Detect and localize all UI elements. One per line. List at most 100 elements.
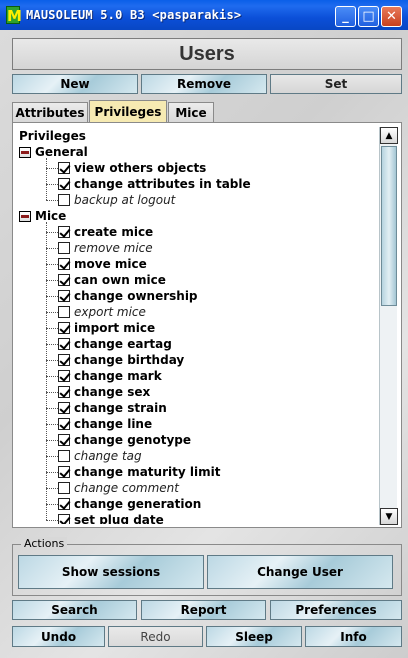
privilege-item[interactable]: view others objects <box>58 160 206 176</box>
window-title: MAUSOLEUM 5.0 B3 <pasparakis> <box>26 8 242 22</box>
privilege-label: change ownership <box>74 289 198 303</box>
main-frame: Users New Remove Set Attributes Privileg… <box>4 30 404 654</box>
privilege-item[interactable]: change line <box>58 416 152 432</box>
privilege-label: change sex <box>74 385 151 399</box>
tree-connector <box>46 158 47 200</box>
undo-button[interactable]: Undo <box>12 626 105 647</box>
privilege-checkbox[interactable] <box>58 338 70 350</box>
privilege-item[interactable]: change ownership <box>58 288 198 304</box>
privilege-item[interactable]: create mice <box>58 224 153 240</box>
privilege-item[interactable]: change maturity limit <box>58 464 220 480</box>
privilege-label: change generation <box>74 497 202 511</box>
privilege-item[interactable]: move mice <box>58 256 147 272</box>
scroll-up-icon[interactable]: ▲ <box>380 127 398 144</box>
privilege-item[interactable]: can own mice <box>58 272 166 288</box>
privilege-item[interactable]: set plug date <box>58 512 164 524</box>
privilege-checkbox[interactable] <box>58 322 70 334</box>
privilege-label: set plug date <box>74 513 164 524</box>
privilege-label: change genotype <box>74 433 192 447</box>
tree-group-label: Mice <box>35 209 67 223</box>
remove-button[interactable]: Remove <box>141 74 267 94</box>
privilege-label: change attributes in table <box>74 177 251 191</box>
title-bar: M MAUSOLEUM 5.0 B3 <pasparakis> _ □ ✕ <box>0 0 408 30</box>
actions-group: Actions Show sessions Change User <box>12 537 402 596</box>
privilege-label: export mice <box>74 305 146 319</box>
collapse-icon[interactable] <box>19 210 31 222</box>
privilege-item[interactable]: change comment <box>58 480 179 496</box>
tab-mice[interactable]: Mice <box>168 102 214 122</box>
tree-group-label: General <box>35 145 88 159</box>
privilege-checkbox[interactable] <box>58 482 70 494</box>
privilege-item[interactable]: change eartag <box>58 336 172 352</box>
privilege-checkbox[interactable] <box>58 194 70 206</box>
privilege-label: change tag <box>74 449 142 463</box>
privilege-checkbox[interactable] <box>58 290 70 302</box>
privilege-label: import mice <box>74 321 156 335</box>
privileges-panel: Privileges General view others objects cha… <box>12 122 402 528</box>
actions-label: Actions <box>21 537 68 550</box>
tab-privileges[interactable]: Privileges <box>89 100 167 122</box>
privilege-checkbox[interactable] <box>58 274 70 286</box>
privileges-tree: Privileges General view others objects cha… <box>16 126 376 524</box>
privilege-label: change comment <box>74 481 179 495</box>
privilege-checkbox[interactable] <box>58 386 70 398</box>
privilege-checkbox[interactable] <box>58 242 70 254</box>
app-logo-icon: M <box>6 6 22 25</box>
privilege-checkbox[interactable] <box>58 418 70 430</box>
info-button[interactable]: Info <box>305 626 402 647</box>
tree-group-0[interactable]: General <box>19 144 88 160</box>
privilege-checkbox[interactable] <box>58 402 70 414</box>
search-button[interactable]: Search <box>12 600 137 620</box>
privilege-checkbox[interactable] <box>58 466 70 478</box>
minimize-icon[interactable]: _ <box>335 6 356 27</box>
tree-group-1[interactable]: Mice <box>19 208 66 224</box>
privilege-item[interactable]: change sex <box>58 384 150 400</box>
report-button[interactable]: Report <box>141 600 266 620</box>
privilege-label: change birthday <box>74 353 185 367</box>
privilege-item[interactable]: import mice <box>58 320 155 336</box>
privilege-label: change strain <box>74 401 167 415</box>
new-button[interactable]: New <box>12 74 138 94</box>
privilege-label: can own mice <box>74 273 166 287</box>
privilege-item[interactable]: change genotype <box>58 432 191 448</box>
privilege-checkbox[interactable] <box>58 370 70 382</box>
privilege-item[interactable]: remove mice <box>58 240 153 256</box>
privilege-item[interactable]: change tag <box>58 448 142 464</box>
privilege-item[interactable]: export mice <box>58 304 146 320</box>
privilege-item[interactable]: change birthday <box>58 352 184 368</box>
privilege-checkbox[interactable] <box>58 162 70 174</box>
privilege-checkbox[interactable] <box>58 354 70 366</box>
privilege-item[interactable]: change generation <box>58 496 201 512</box>
scroll-down-icon[interactable]: ▼ <box>380 508 398 525</box>
privilege-checkbox[interactable] <box>58 434 70 446</box>
privilege-checkbox[interactable] <box>58 258 70 270</box>
preferences-button[interactable]: Preferences <box>270 600 402 620</box>
privilege-label: view others objects <box>74 161 207 175</box>
privilege-item[interactable]: change attributes in table <box>58 176 251 192</box>
maximize-icon[interactable]: □ <box>358 6 379 27</box>
change-user-button[interactable]: Change User <box>207 555 393 589</box>
set-button[interactable]: Set <box>270 74 402 94</box>
privilege-label: backup at logout <box>74 193 176 207</box>
vertical-scrollbar[interactable]: ▲ ▼ <box>379 127 398 525</box>
redo-button[interactable]: Redo <box>108 626 203 647</box>
privilege-item[interactable]: backup at logout <box>58 192 175 208</box>
privilege-checkbox[interactable] <box>58 450 70 462</box>
privilege-checkbox[interactable] <box>58 178 70 190</box>
scroll-thumb[interactable] <box>381 146 397 306</box>
privilege-label: change maturity limit <box>74 465 221 479</box>
tab-attributes[interactable]: Attributes <box>12 102 88 122</box>
tree-connector <box>46 222 47 520</box>
privilege-checkbox[interactable] <box>58 306 70 318</box>
collapse-icon[interactable] <box>19 146 31 158</box>
privilege-checkbox[interactable] <box>58 226 70 238</box>
sleep-button[interactable]: Sleep <box>206 626 302 647</box>
privilege-item[interactable]: change strain <box>58 400 167 416</box>
privilege-checkbox[interactable] <box>58 514 70 524</box>
privilege-checkbox[interactable] <box>58 498 70 510</box>
privilege-item[interactable]: change mark <box>58 368 162 384</box>
show-sessions-button[interactable]: Show sessions <box>18 555 204 589</box>
close-icon[interactable]: ✕ <box>381 6 402 27</box>
page-title: Users <box>12 38 402 70</box>
tree-root-label: Privileges <box>19 129 86 143</box>
